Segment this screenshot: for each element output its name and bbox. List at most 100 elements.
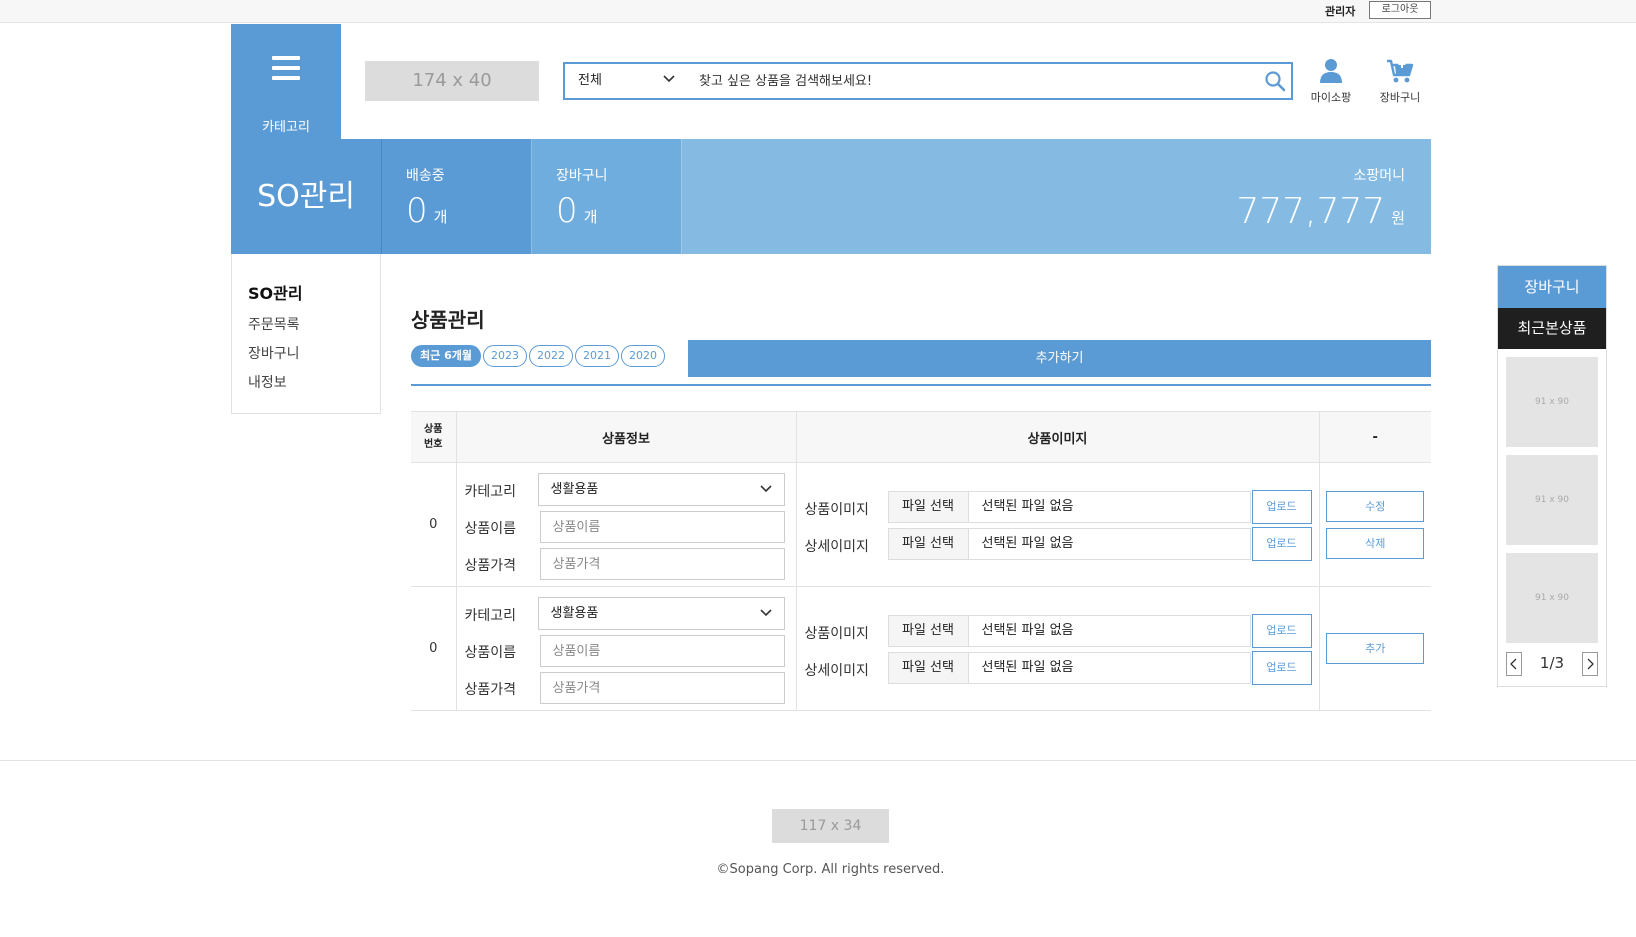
chevron-down-icon [759,609,772,617]
product-price-input[interactable] [539,548,785,580]
admin-label: 관리자 [1325,5,1356,18]
summary-banner: SO관리 배송중 0개 장바구니 0개 소팡머니 777,777 원 [231,139,1431,254]
divider [411,384,1431,386]
image-file-input[interactable]: 파일 선택 선택된 파일 없음 [887,614,1251,647]
prev-page-button[interactable] [1506,652,1522,676]
cart-stat[interactable]: 장바구니 0개 [531,139,681,254]
upload-detail-image-button[interactable]: 업로드 [1251,526,1312,561]
search-scope-value: 전체 [578,73,602,88]
next-page-button[interactable] [1582,652,1598,676]
product-table: 상품번호 상품정보 상품이미지 - 0 카테고리 생활용품 상품이름 상품가격 … [411,411,1431,711]
detail-image-field-label: 상세이미지 [804,662,869,679]
search-icon[interactable] [1264,70,1286,92]
header-product-info: 상품정보 [455,411,797,463]
logout-button[interactable]: 로그아웃 [1369,1,1431,19]
file-name: 선택된 파일 없음 [981,498,1074,514]
sidebar-item-cart[interactable]: 장바구니 [248,343,380,372]
category-select[interactable]: 생활용품 [537,473,785,506]
hamburger-icon [272,56,300,86]
upload-image-button[interactable]: 업로드 [1251,489,1312,524]
image-field-label: 상품이미지 [804,501,869,518]
chip-2020[interactable]: 2020 [620,345,665,367]
recent-products-heading: 최근본상품 [1498,308,1606,349]
image-field-label: 상품이미지 [804,625,869,642]
detail-image-file-input[interactable]: 파일 선택 선택된 파일 없음 [887,651,1251,684]
footer-divider [0,760,1636,761]
product-no: 0 [411,586,457,711]
recent-product-thumb[interactable]: 91 x 90 [1506,553,1598,643]
mypage-label: 마이소팡 [1310,91,1352,104]
quick-side-panel: 장바구니 최근본상품 91 x 90 91 x 90 91 x 90 1/3 [1497,265,1607,687]
cart-unit: 개 [583,208,598,226]
header-product-no: 상품 번호 [411,411,457,463]
shipping-unit: 개 [433,208,448,226]
file-name: 선택된 파일 없음 [981,535,1074,551]
file-select-button[interactable]: 파일 선택 [888,652,969,683]
recent-product-thumb[interactable]: 91 x 90 [1506,357,1598,447]
chip-2022[interactable]: 2022 [528,345,573,367]
sidebar-heading[interactable]: SO관리 [248,280,380,304]
upload-image-button[interactable]: 업로드 [1251,613,1312,648]
sidebar-item-orders[interactable]: 주문목록 [248,314,380,343]
file-name: 선택된 파일 없음 [981,622,1074,638]
file-select-button[interactable]: 파일 선택 [888,491,969,522]
name-field-label: 상품이름 [464,521,517,537]
shipping-stat[interactable]: 배송중 0개 [381,139,531,254]
search-scope-select[interactable]: 전체 [565,64,687,98]
sidebar-item-myinfo[interactable]: 내정보 [248,372,380,401]
category-menu-button[interactable]: 카테고리 [231,24,341,139]
section-title: 상품관리 [411,308,485,332]
category-select[interactable]: 생활용품 [537,597,785,630]
edit-button[interactable]: 수정 [1326,490,1425,522]
chip-2023[interactable]: 2023 [482,345,527,367]
period-filter: 최근 6개월 2023 2022 2021 2020 [411,344,667,367]
detail-image-field-label: 상세이미지 [804,538,869,555]
product-no: 0 [411,462,457,587]
user-icon [1320,59,1342,83]
side-cart-button[interactable]: 장바구니 [1498,266,1606,308]
cart-stat-label: 장바구니 [556,168,608,184]
detail-image-file-input[interactable]: 파일 선택 선택된 파일 없음 [887,527,1251,560]
add-product-button[interactable]: 추가하기 [688,340,1431,377]
chevron-left-icon [1510,658,1517,670]
price-field-label: 상품가격 [464,558,517,574]
page-indicator: 1/3 [1539,654,1565,672]
money-stat[interactable]: 소팡머니 777,777 원 [681,139,1431,254]
image-file-input[interactable]: 파일 선택 선택된 파일 없음 [887,490,1251,523]
site-logo[interactable]: 174 x 40 [365,61,539,101]
add-row-button[interactable]: 추가 [1326,633,1425,664]
shipping-label: 배송중 [406,168,445,184]
copyright: ©Sopang Corp. All rights reserved. [716,862,945,877]
file-select-button[interactable]: 파일 선택 [888,528,969,559]
chevron-down-icon [663,75,675,83]
file-select-button[interactable]: 파일 선택 [888,615,969,646]
shipping-count: 0 [406,191,428,231]
file-name: 선택된 파일 없음 [981,659,1074,675]
search-bar: 전체 [563,62,1293,100]
search-input[interactable] [687,64,1247,98]
top-bar: 관리자 로그아웃 [0,0,1636,23]
money-unit: 원 [1391,209,1405,227]
mypage-link[interactable]: 마이소팡 [1303,58,1359,105]
cart-link[interactable]: 장바구니 [1372,58,1428,105]
product-name-input[interactable] [539,511,785,543]
product-price-input[interactable] [539,672,785,704]
category-field-label: 카테고리 [464,484,517,500]
sidebar-nav: SO관리 주문목록 장바구니 내정보 [231,254,381,414]
cart-label: 장바구니 [1379,91,1421,104]
table-row: 0 카테고리 생활용품 상품이름 상품가격 상품이미지 파일 선택선택된 파일 … [411,586,1431,711]
chevron-down-icon [759,485,772,493]
chip-2021[interactable]: 2021 [574,345,619,367]
delete-button[interactable]: 삭제 [1326,527,1425,559]
cart-icon [1387,59,1414,83]
chevron-right-icon [1587,658,1594,670]
upload-detail-image-button[interactable]: 업로드 [1251,650,1312,685]
product-name-input[interactable] [539,635,785,667]
recent-product-thumb[interactable]: 91 x 90 [1506,455,1598,545]
category-field-label: 카테고리 [464,608,517,624]
money-label: 소팡머니 [1353,168,1405,184]
footer-logo: 117 x 34 [772,809,889,843]
category-label: 카테고리 [262,120,310,135]
chip-recent-6-months[interactable]: 최근 6개월 [411,345,481,367]
table-row: 0 카테고리 생활용품 상품이름 상품가격 상품이미지 파일 선택선택된 파일 … [411,462,1431,587]
